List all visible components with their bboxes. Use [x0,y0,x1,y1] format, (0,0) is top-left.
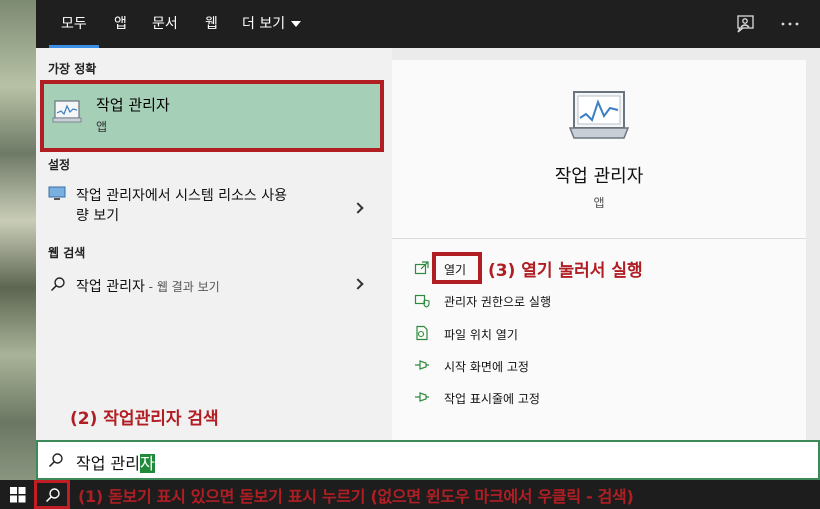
annotation-step2: (2) 작업관리자 검색 [70,409,219,429]
settings-item-text: 작업 관리자에서 시스템 리소스 사용 량 보기 [76,186,287,226]
tab-web[interactable]: 웹 [205,12,218,36]
search-input[interactable]: 작업 관리자 [76,450,155,474]
preview-subtitle: 앱 [593,196,605,210]
pin-icon [414,389,430,405]
task-manager-large-icon [568,88,630,144]
web-search-header: 웹 검색 [48,246,86,260]
tab-all[interactable]: 모두 [49,12,99,48]
results-list: 가장 정확 작업 관리자 앱 설정 작업 관리자에서 시스템 리소스 사용 량 … [36,48,392,440]
chevron-right-icon [352,202,364,214]
annotation-step1: (1) 돋보기 표시 있으면 돋보기 표시 누르기 (없으면 윈도우 마크에서 … [78,487,634,506]
divider [392,238,806,239]
chevron-right-icon [352,278,364,290]
tab-documents[interactable]: 문서 [152,12,178,36]
file-location-icon [414,325,430,341]
shield-icon [414,292,430,308]
tab-apps[interactable]: 앱 [114,12,127,36]
action-pin-to-taskbar-label: 작업 표시줄에 고정 [444,392,540,406]
tab-more[interactable]: 더 보기 [242,12,302,36]
search-query-selected: 자 [139,454,155,473]
preview-pane: 작업 관리자 앱 열기 관리자 권한으로 실행 파일 위치 열기 시작 화면에 … [392,60,806,440]
action-pin-to-start-label: 시작 화면에 고정 [444,360,529,374]
open-highlight-box [432,252,482,284]
more-options-icon[interactable] [778,12,802,36]
annotation-step3: (3) 열기 눌러서 실행 [488,261,643,281]
best-match-item[interactable]: 작업 관리자 앱 [40,80,384,152]
desktop-background [0,0,36,480]
best-match-title: 작업 관리자 [96,96,170,114]
web-search-text: 작업 관리자 - 웹 결과 보기 [76,276,220,296]
settings-item-bold: 작업 관리자 [76,188,145,204]
taskbar: (1) 돋보기 표시 있으면 돋보기 표시 누르기 (없으면 윈도우 마크에서 … [0,480,820,509]
windows-start-icon[interactable] [10,487,26,503]
tab-more-label: 더 보기 [242,16,286,32]
preview-title: 작업 관리자 [554,166,644,187]
action-run-as-admin-label: 관리자 권한으로 실행 [444,295,551,309]
best-match-subtitle: 앱 [96,120,108,134]
web-search-query: 작업 관리자 [76,279,145,295]
action-open-file-location-label: 파일 위치 열기 [444,328,518,342]
monitor-icon [48,186,66,202]
open-icon [414,260,430,276]
settings-item-rest: 에서 시스템 리소스 사용 [144,188,288,204]
pin-icon [414,357,430,373]
search-filter-bar: 모두 앱 문서 웹 더 보기 [36,0,820,48]
web-search-item[interactable]: 작업 관리자 - 웹 결과 보기 [36,270,392,302]
search-icon [45,487,61,503]
search-icon [50,276,66,292]
best-match-header: 가장 정확 [48,62,97,76]
taskbar-search-button[interactable] [34,480,70,509]
search-icon [48,452,64,468]
web-search-suffix: - 웹 결과 보기 [144,280,220,294]
search-box[interactable]: 작업 관리자 [36,440,820,480]
task-manager-icon [52,98,84,126]
chevron-down-icon [291,21,302,27]
settings-item-line2: 량 보기 [76,208,120,224]
settings-header: 설정 [48,158,71,172]
settings-item-resource-usage[interactable]: 작업 관리자에서 시스템 리소스 사용 량 보기 [36,180,392,226]
feedback-icon[interactable] [734,12,758,36]
search-query-text: 작업 관리 [76,454,140,473]
